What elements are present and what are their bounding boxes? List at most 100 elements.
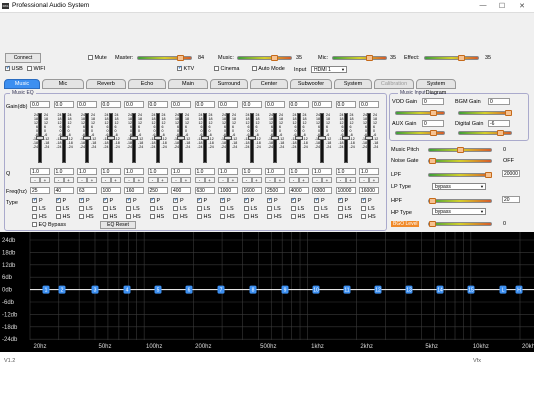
radio-indicator[interactable] (267, 197, 272, 204)
gain-input[interactable]: 0.0 (265, 101, 285, 108)
noise-gate-slider[interactable] (428, 158, 492, 164)
type-hs-radio[interactable]: HS (102, 214, 117, 220)
type-ls-radio[interactable]: LS (290, 206, 304, 212)
effect-volume-slider[interactable] (424, 55, 479, 61)
type-hs-radio[interactable]: HS (173, 214, 188, 220)
q-increase-button[interactable]: + (63, 177, 74, 183)
radio-indicator[interactable] (361, 206, 366, 212)
radio-indicator[interactable] (173, 214, 178, 220)
aux-gain-slider[interactable] (395, 130, 445, 136)
radio-indicator[interactable] (337, 206, 343, 212)
q-input[interactable]: 1.0 (288, 168, 309, 175)
gain-input[interactable]: 0.0 (359, 101, 379, 108)
radio-indicator[interactable] (173, 206, 178, 212)
q-increase-button[interactable]: + (275, 177, 285, 183)
radio-indicator[interactable] (314, 206, 319, 212)
q-increase-button[interactable]: + (40, 177, 50, 183)
bgo-level-slider[interactable] (428, 221, 492, 227)
gain-fader-thumb[interactable] (130, 136, 138, 140)
music-pitch-slider[interactable] (428, 147, 492, 153)
q-decrease-button[interactable]: - (124, 177, 134, 183)
gain-fader-thumb[interactable] (318, 136, 326, 140)
tab-system[interactable]: System (334, 79, 372, 89)
q-increase-button[interactable]: + (157, 177, 168, 183)
radio-indicator[interactable] (243, 197, 249, 204)
q-input[interactable]: 1.0 (124, 168, 144, 175)
freq-input[interactable]: 160 (124, 187, 144, 194)
q-decrease-button[interactable]: - (241, 177, 252, 183)
freq-input[interactable]: 1600 (241, 187, 262, 194)
tab-subwoofer[interactable]: Subwoofer (290, 79, 332, 89)
gain-fader-thumb[interactable] (83, 136, 91, 140)
type-hs-radio[interactable]: HS (149, 214, 164, 220)
q-input[interactable]: 1.0 (335, 168, 356, 175)
minimize-button[interactable]: — (478, 2, 488, 9)
mute-checkbox[interactable]: Mute (88, 55, 107, 61)
music-volume-slider[interactable] (237, 55, 292, 61)
type-ls-radio[interactable]: LS (337, 206, 351, 212)
type-p-radio[interactable]: P (361, 197, 372, 204)
gain-fader-thumb[interactable] (224, 136, 232, 140)
q-decrease-button[interactable]: - (265, 177, 275, 183)
gain-input[interactable]: 0.0 (288, 101, 309, 108)
tab-calibration[interactable]: Calibration (374, 79, 414, 89)
type-ls-radio[interactable]: LS (79, 206, 93, 212)
freq-input[interactable]: 16000 (359, 187, 379, 194)
radio-indicator[interactable] (79, 206, 84, 212)
radio-indicator[interactable] (361, 214, 366, 220)
hpf-input[interactable]: 20 (502, 196, 520, 203)
type-hs-radio[interactable]: HS (267, 214, 282, 220)
q-increase-button[interactable]: + (345, 177, 356, 183)
gain-fader-thumb[interactable] (294, 136, 303, 140)
gain-input[interactable]: 0.0 (194, 101, 215, 108)
q-input[interactable]: 1.0 (241, 168, 262, 175)
radio-indicator[interactable] (290, 197, 296, 204)
gain-input[interactable]: 0.0 (147, 101, 168, 108)
master-slider-thumb[interactable] (177, 55, 185, 61)
radio-indicator[interactable] (55, 206, 61, 212)
radio-indicator[interactable] (196, 197, 202, 204)
radio-indicator[interactable] (79, 197, 84, 204)
radio-indicator[interactable] (220, 206, 225, 212)
radio-indicator[interactable] (55, 197, 61, 204)
effect-volume-thumb[interactable] (457, 55, 465, 61)
usb-checkbox[interactable]: USB (5, 65, 23, 72)
type-p-radio[interactable]: P (173, 197, 184, 204)
q-increase-button[interactable]: + (87, 177, 97, 183)
q-decrease-button[interactable]: - (53, 177, 64, 183)
freq-input[interactable]: 250 (147, 187, 168, 194)
q-input[interactable]: 1.0 (359, 168, 379, 175)
type-p-radio[interactable]: P (290, 197, 301, 204)
q-increase-button[interactable]: + (322, 177, 332, 183)
radio-indicator[interactable] (126, 206, 131, 212)
radio-indicator[interactable] (243, 214, 249, 220)
eq-response-graph[interactable]: 24db 18db 12db 6db 0db -6db -12db -18db -24db 20h… (0, 232, 534, 352)
gain-input[interactable]: 0.0 (312, 101, 332, 108)
eq-bypass-checkbox[interactable]: EQ Bypass (32, 222, 66, 228)
type-ls-radio[interactable]: LS (32, 206, 46, 212)
radio-indicator[interactable] (290, 214, 296, 220)
gain-input[interactable]: 0.0 (100, 101, 121, 108)
freq-input[interactable]: 40 (53, 187, 74, 194)
lp-type-select[interactable]: bypass ▼ (432, 183, 486, 190)
radio-indicator[interactable] (337, 214, 343, 220)
digital-gain-thumb[interactable] (497, 130, 504, 136)
radio-indicator[interactable] (314, 214, 319, 220)
type-ls-radio[interactable]: LS (243, 206, 257, 212)
radio-indicator[interactable] (32, 206, 37, 212)
radio-indicator[interactable] (102, 214, 108, 220)
tab-center[interactable]: Center (250, 79, 288, 89)
q-decrease-button[interactable]: - (77, 177, 87, 183)
music-pitch-thumb[interactable] (457, 147, 464, 153)
type-hs-radio[interactable]: HS (361, 214, 376, 220)
freq-input[interactable]: 6300 (312, 187, 332, 194)
freq-input[interactable]: 100 (100, 187, 121, 194)
q-increase-button[interactable]: + (181, 177, 191, 183)
freq-input[interactable]: 1000 (218, 187, 238, 194)
radio-indicator[interactable] (243, 206, 249, 212)
type-ls-radio[interactable]: LS (314, 206, 328, 212)
freq-input[interactable]: 4000 (288, 187, 309, 194)
type-hs-radio[interactable]: HS (126, 214, 141, 220)
freq-input[interactable]: 2500 (265, 187, 285, 194)
tab-echo[interactable]: Echo (128, 79, 166, 89)
